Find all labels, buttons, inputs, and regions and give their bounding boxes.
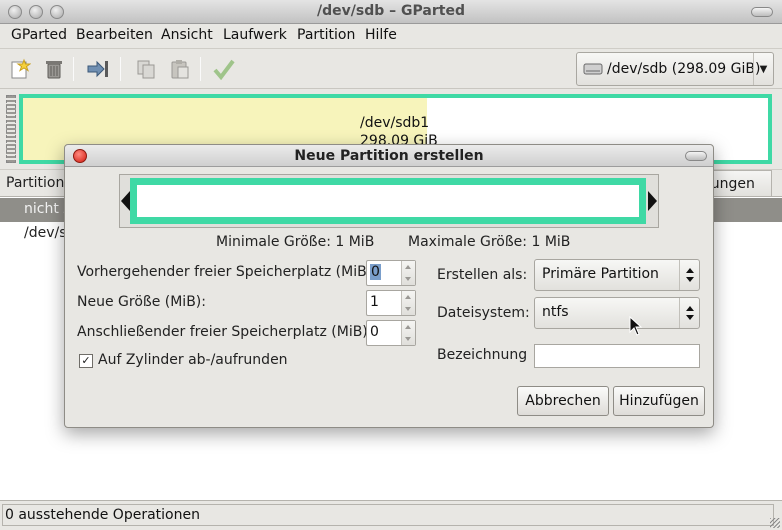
resize-move-icon bbox=[87, 60, 108, 78]
partition-resizer[interactable] bbox=[119, 174, 659, 228]
new-icon bbox=[11, 58, 31, 79]
create-as-value: Primäre Partition bbox=[542, 266, 659, 282]
resize-grip[interactable] bbox=[770, 518, 780, 528]
cancel-button-label: Abbrechen bbox=[525, 393, 601, 409]
add-button[interactable]: Hinzufügen bbox=[613, 386, 705, 416]
add-button-label: Hinzufügen bbox=[619, 393, 699, 409]
create-as-label: Erstellen als: bbox=[437, 267, 528, 283]
toolbar-separator bbox=[73, 57, 74, 81]
dialog-titlebar: Neue Partition erstellen bbox=[65, 145, 713, 167]
following-space-value[interactable]: 0 bbox=[370, 324, 379, 340]
menu-ansicht[interactable]: Ansicht bbox=[161, 27, 213, 43]
following-space-spinner[interactable]: 0 bbox=[366, 320, 416, 346]
following-space-label: Anschließender freier Speicherplatz (MiB… bbox=[77, 324, 373, 340]
partition-name-label: Bezeichnung bbox=[437, 347, 528, 363]
round-cylinder-label[interactable]: Auf Zylinder ab-/aufrunden bbox=[98, 352, 288, 368]
paste-icon bbox=[171, 60, 189, 79]
spinner-buttons[interactable] bbox=[401, 291, 415, 315]
resize-right-handle-icon[interactable] bbox=[648, 191, 657, 211]
new-size-value[interactable]: 1 bbox=[370, 294, 379, 310]
toolbar-separator bbox=[120, 57, 121, 81]
menu-bearbeiten[interactable]: Bearbeiten bbox=[76, 27, 153, 43]
filesystem-value: ntfs bbox=[542, 304, 569, 320]
new-partition-button[interactable] bbox=[6, 55, 34, 83]
min-size-label: Minimale Größe: 1 MiB bbox=[216, 234, 375, 250]
dialog-title: Neue Partition erstellen bbox=[294, 148, 484, 164]
new-partition-dialog: Neue Partition erstellen Minimale Größe:… bbox=[64, 144, 714, 428]
pending-operations: 0 ausstehende Operationen bbox=[5, 507, 200, 523]
partition-name-input[interactable] bbox=[534, 344, 700, 368]
device-selector[interactable]: /dev/sdb (298.09 GiB) ▼ bbox=[576, 52, 774, 86]
copy-icon bbox=[137, 60, 155, 79]
statusbar: 0 ausstehende Operationen bbox=[0, 500, 782, 530]
window-title: /dev/sdb – GParted bbox=[317, 3, 465, 19]
menu-gparted[interactable]: GParted bbox=[11, 27, 67, 43]
harddisk-icon bbox=[583, 63, 603, 75]
partition-name: /dev/sdb1 bbox=[360, 115, 430, 131]
new-size-spinner[interactable]: 1 bbox=[366, 290, 416, 316]
filesystem-select[interactable]: ntfs bbox=[534, 297, 700, 329]
delete-partition-button[interactable] bbox=[40, 55, 68, 83]
toolbar-toggle-button[interactable] bbox=[751, 7, 773, 17]
menubar: GParted Bearbeiten Ansicht Laufwerk Part… bbox=[0, 24, 782, 49]
paste-button[interactable] bbox=[166, 55, 194, 83]
apply-icon bbox=[213, 59, 235, 80]
menu-hilfe[interactable]: Hilfe bbox=[365, 27, 397, 43]
copy-button[interactable] bbox=[132, 55, 160, 83]
preceding-space-value[interactable]: 0 bbox=[370, 264, 381, 280]
spinner-buttons[interactable] bbox=[401, 261, 415, 285]
chevron-down-icon: ▼ bbox=[753, 53, 773, 85]
round-cylinder-checkbox[interactable]: ✓ bbox=[79, 354, 93, 368]
apply-button[interactable] bbox=[210, 55, 238, 83]
new-size-label: Neue Größe (MiB): bbox=[77, 294, 206, 310]
spinner-buttons[interactable] bbox=[401, 321, 415, 345]
partition-resizer-bar[interactable] bbox=[130, 178, 646, 224]
preceding-space-spinner[interactable]: 0 bbox=[366, 260, 416, 286]
preceding-space-label: Vorhergehender freier Speicherplatz (MiB… bbox=[77, 264, 377, 280]
cancel-button[interactable]: Abbrechen bbox=[517, 386, 609, 416]
updown-arrows-icon bbox=[679, 260, 699, 290]
mouse-cursor-icon bbox=[629, 316, 643, 336]
dialog-toolbar-toggle bbox=[685, 151, 707, 161]
delete-icon bbox=[46, 61, 62, 79]
menu-laufwerk[interactable]: Laufwerk bbox=[223, 27, 287, 43]
resize-move-button[interactable] bbox=[84, 55, 112, 83]
resize-left-handle-icon[interactable] bbox=[121, 191, 130, 211]
column-partition[interactable]: Partition bbox=[6, 175, 64, 191]
filesystem-label: Dateisystem: bbox=[437, 305, 530, 321]
max-size-label: Maximale Größe: 1 MiB bbox=[408, 234, 571, 250]
menu-partition[interactable]: Partition bbox=[297, 27, 355, 43]
toolbar-separator bbox=[200, 57, 201, 81]
create-as-select[interactable]: Primäre Partition bbox=[534, 259, 700, 291]
device-label: /dev/sdb (298.09 GiB) bbox=[607, 61, 761, 77]
statusbar-frame: 0 ausstehende Operationen bbox=[2, 504, 774, 526]
graph-drag-handle[interactable] bbox=[6, 95, 16, 163]
window-titlebar: /dev/sdb – GParted bbox=[0, 0, 782, 24]
updown-arrows-icon bbox=[679, 298, 699, 328]
